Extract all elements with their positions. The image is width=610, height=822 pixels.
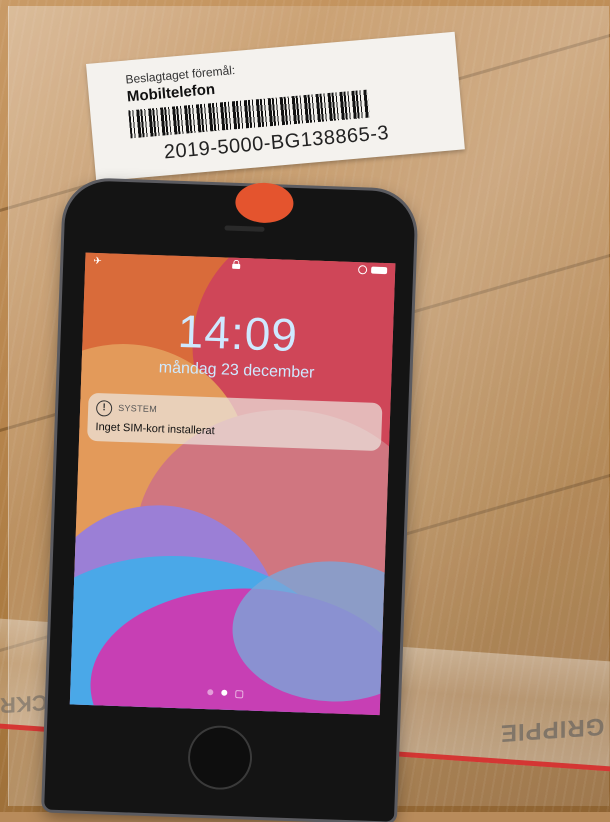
notification-app-name: SYSTEM — [118, 402, 158, 415]
exclamation-icon: ! — [95, 400, 113, 417]
lock-icon — [232, 260, 240, 269]
signal-icon: ✈ — [93, 255, 102, 268]
battery-icon — [371, 266, 388, 275]
page-dot — [207, 689, 214, 696]
notification-message: Inget SIM-kort installerat — [95, 421, 215, 438]
alarm-icon — [357, 265, 368, 275]
mobile-phone: ✈ 14:09 måndag 23 december ! SYSTEM Inge… — [44, 179, 416, 822]
earpiece-speaker — [224, 225, 265, 232]
page-dot-active — [221, 689, 228, 696]
notification-card[interactable]: ! SYSTEM Inget SIM-kort installerat — [87, 392, 383, 452]
lock-screen-time: 14:09 — [176, 304, 299, 362]
orange-sticker — [234, 181, 295, 224]
lock-screen[interactable]: ✈ 14:09 måndag 23 december ! SYSTEM Inge… — [69, 252, 396, 716]
camera-page-icon — [235, 690, 244, 699]
home-button[interactable] — [186, 724, 254, 791]
